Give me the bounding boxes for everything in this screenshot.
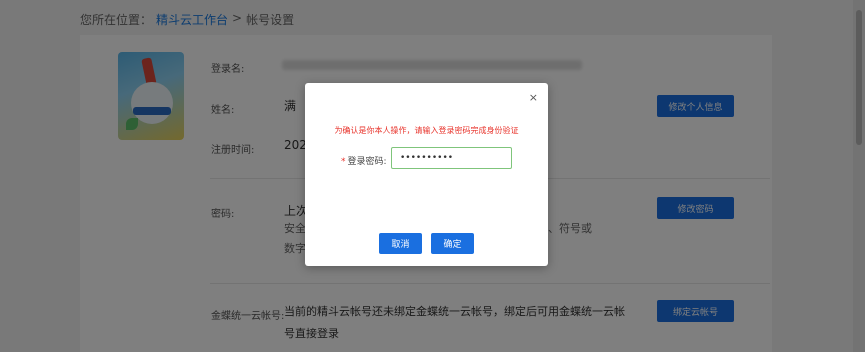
close-icon[interactable]: × xyxy=(529,91,538,104)
password-field-label-text: 登录密码: xyxy=(347,157,387,167)
verify-message: 为确认是你本人操作，请输入登录密码完成身份验证 xyxy=(334,126,519,135)
confirm-button[interactable]: 确定 xyxy=(431,233,474,254)
required-mark: * xyxy=(341,157,346,167)
password-field-label: * 登录密码: xyxy=(341,154,387,167)
cancel-button[interactable]: 取消 xyxy=(379,233,422,254)
page: 您所在位置： 精斗云工作台 > 帐号设置 登录名: 姓名: 满 修改个人信息 注… xyxy=(0,0,865,352)
password-verify-dialog: × 为确认是你本人操作，请输入登录密码完成身份验证 *登录密码: 取消 确定 xyxy=(305,83,548,266)
login-password-input[interactable] xyxy=(391,147,512,169)
